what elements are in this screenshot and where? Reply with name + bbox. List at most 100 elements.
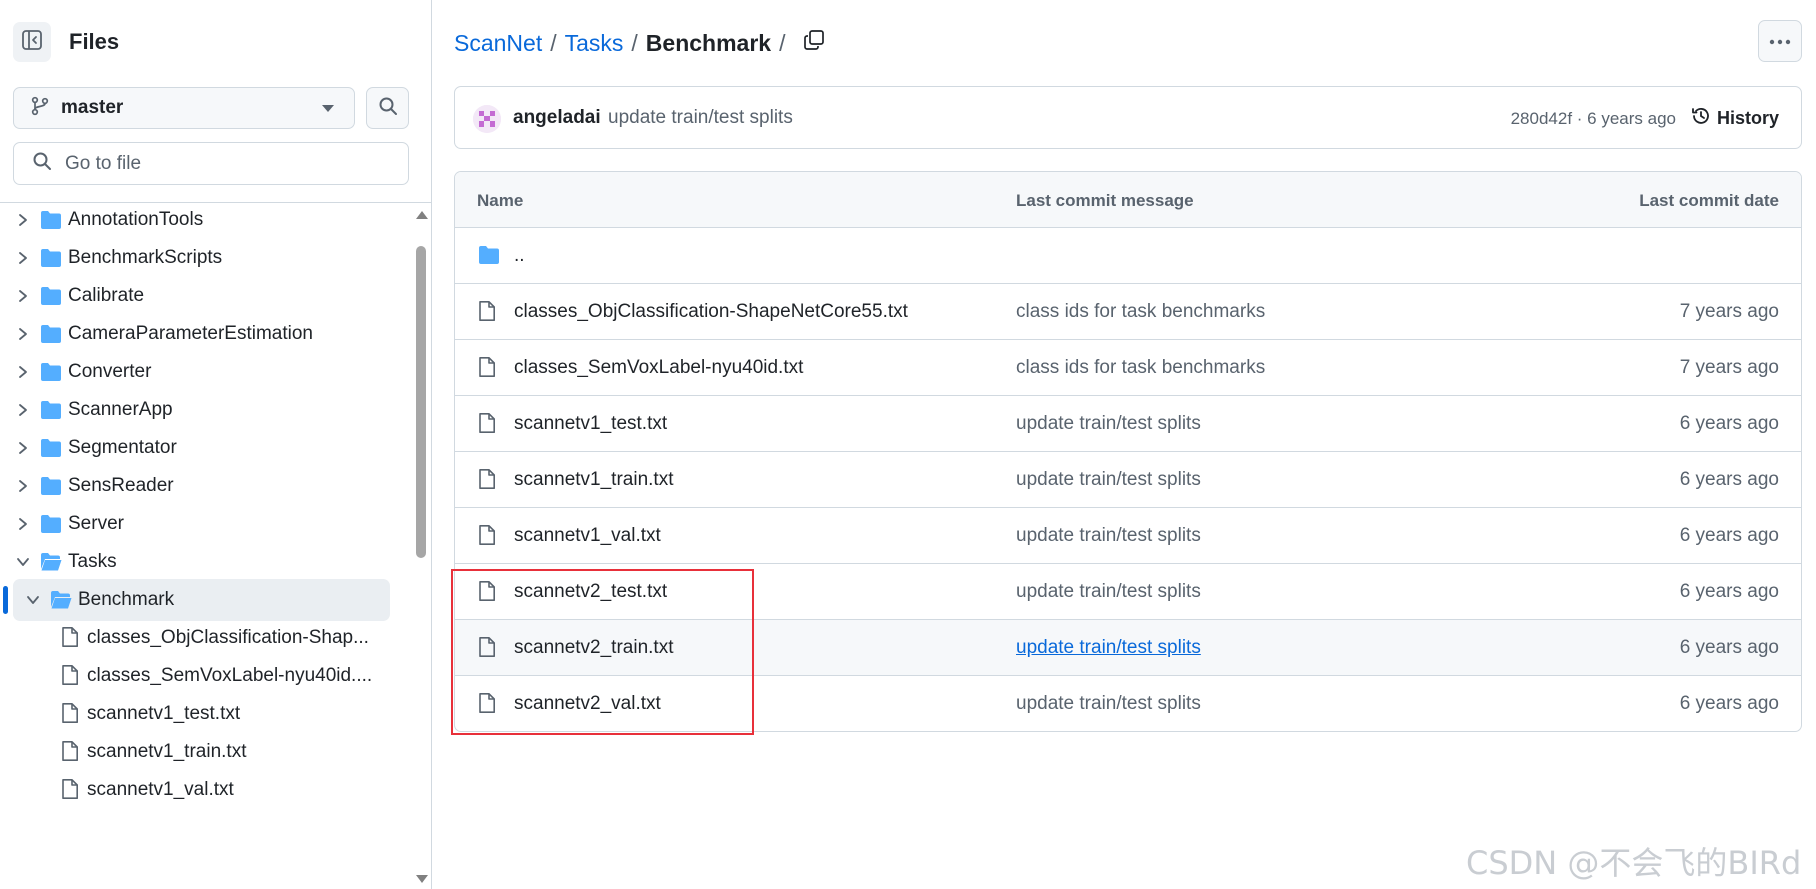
column-header-message: Last commit message [1016,191,1194,210]
scroll-down-arrow[interactable] [416,875,428,883]
sidebar-title: Files [69,29,120,54]
column-header-name: Name [477,191,524,210]
tree-item-label: Converter [68,361,152,382]
file-name-link[interactable]: scannetv1_val.txt [514,525,661,547]
commit-sha-and-time[interactable]: 280d42f · 6 years ago [1511,109,1676,129]
tree-file-item[interactable]: classes_SemVoxLabel-nyu40id.... [0,655,412,697]
tree-folder-item[interactable]: ScannerApp [0,389,412,431]
commit-message-link[interactable]: update train/test splits [1016,581,1201,603]
chevron-right-icon[interactable] [16,250,30,272]
commit-date: 6 years ago [1679,469,1779,490]
branch-selector[interactable]: master [13,87,355,129]
tree-file-item[interactable]: classes_ObjClassification-Shap... [0,617,412,659]
latest-commit-bar: angeladai update train/test splits 280d4… [454,86,1802,149]
commit-date: 7 years ago [1679,301,1779,322]
chevron-right-icon[interactable] [16,364,30,386]
commit-message-link[interactable]: update train/test splits [1016,693,1201,715]
chevron-right-icon[interactable] [16,516,30,538]
tree-folder-item[interactable]: SensReader [0,465,412,507]
sidebar-scrollbar[interactable] [412,203,430,889]
tree-item-label: ScannerApp [68,399,173,420]
selected-indicator [3,586,8,614]
more-options-button[interactable] [1758,20,1802,62]
table-row[interactable]: classes_ObjClassification-ShapeNetCore55… [455,284,1801,340]
file-icon [478,356,496,384]
tree-folder-item[interactable]: Benchmark [0,579,412,621]
chevron-down-icon[interactable] [26,592,40,614]
commit-date: 6 years ago [1679,413,1779,434]
table-row[interactable]: classes_SemVoxLabel-nyu40id.txt class ids… [455,340,1801,396]
commit-message-link[interactable]: update train/test splits [1016,637,1201,659]
tree-item-label: Segmentator [68,437,177,458]
file-name-link[interactable]: scannetv1_train.txt [514,469,673,491]
breadcrumb-separator: / [550,29,557,56]
tree-file-item[interactable]: scannetv1_val.txt [0,769,412,811]
chevron-right-icon[interactable] [16,212,30,234]
commit-message-link[interactable]: update train/test splits [1016,525,1201,547]
watermark: CSDN @不会飞的BIRd [1466,844,1802,882]
sidebar-header: Files [13,22,119,62]
table-row[interactable]: scannetv1_train.txt update train/test spl… [455,452,1801,508]
commit-message-link[interactable]: class ids for task benchmarks [1016,357,1265,379]
tree-file-item[interactable]: scannetv1_test.txt [0,693,412,735]
file-icon [478,300,496,328]
folder-icon [50,590,72,616]
parent-directory-row[interactable]: .. [455,228,1801,284]
tree-item-label: SensReader [68,475,174,496]
go-to-file-input[interactable]: Go to file [13,142,409,185]
tree-folder-item[interactable]: BenchmarkScripts [0,237,412,279]
commit-message-link[interactable]: update train/test splits [1016,469,1201,491]
collapse-sidebar-button[interactable] [13,22,51,62]
file-icon [61,740,79,768]
tree-folder-item[interactable]: Tasks [0,541,412,583]
tree-folder-item[interactable]: Calibrate [0,275,412,317]
commit-message[interactable]: update train/test splits [608,107,793,129]
history-button[interactable]: History [1691,106,1779,131]
chevron-right-icon[interactable] [16,288,30,310]
tree-item-label: Tasks [68,551,117,572]
tree-folder-item[interactable]: CameraParameterEstimation [0,313,412,355]
commit-message-link[interactable]: update train/test splits [1016,413,1201,435]
git-branch-icon [31,96,49,121]
chevron-down-icon[interactable] [16,554,30,576]
table-row[interactable]: scannetv1_val.txt update train/test split… [455,508,1801,564]
tree-folder-item[interactable]: AnnotationTools [0,203,412,241]
breadcrumb-folder-link[interactable]: Tasks [565,30,624,57]
tree-folder-item[interactable]: Server [0,503,412,545]
folder-icon [40,552,62,578]
chevron-right-icon[interactable] [16,440,30,462]
file-name-link[interactable]: classes_SemVoxLabel-nyu40id.txt [514,357,803,379]
tree-item-label: Server [68,513,124,534]
breadcrumb-repo-link[interactable]: ScanNet [454,30,542,57]
chevron-right-icon[interactable] [16,478,30,500]
copy-path-button[interactable] [803,29,825,57]
file-icon [478,468,496,496]
tree-folder-item[interactable]: Converter [0,351,412,393]
tree-file-item[interactable]: scannetv1_train.txt [0,731,412,773]
search-button[interactable] [366,87,409,129]
chevron-right-icon[interactable] [16,326,30,348]
chevron-down-icon [322,105,334,112]
folder-icon [40,286,62,312]
commit-author[interactable]: angeladai [513,107,601,129]
scroll-up-arrow[interactable] [416,211,428,219]
tree-folder-item[interactable]: Segmentator [0,427,412,469]
table-row[interactable]: scannetv1_test.txt update train/test spli… [455,396,1801,452]
commit-message-link[interactable]: class ids for task benchmarks [1016,301,1265,323]
tree-item-label: scannetv1_val.txt [87,779,234,800]
file-name-link[interactable]: scannetv1_test.txt [514,413,667,435]
folder-icon [40,476,62,502]
commit-date: 6 years ago [1679,581,1779,602]
scroll-thumb[interactable] [416,246,426,558]
tree-item-label: Calibrate [68,285,145,306]
kebab-icon [1769,32,1791,50]
file-name-link[interactable]: classes_ObjClassification-ShapeNetCore55… [514,301,908,323]
search-icon [32,151,52,176]
chevron-right-icon[interactable] [16,402,30,424]
folder-icon [40,400,62,426]
search-icon [378,96,398,121]
avatar[interactable] [473,105,501,133]
file-tree-sidebar: Files master Go to file AnnotationTools B… [0,0,432,889]
parent-directory-link[interactable]: .. [514,245,525,267]
history-icon [1691,106,1711,131]
